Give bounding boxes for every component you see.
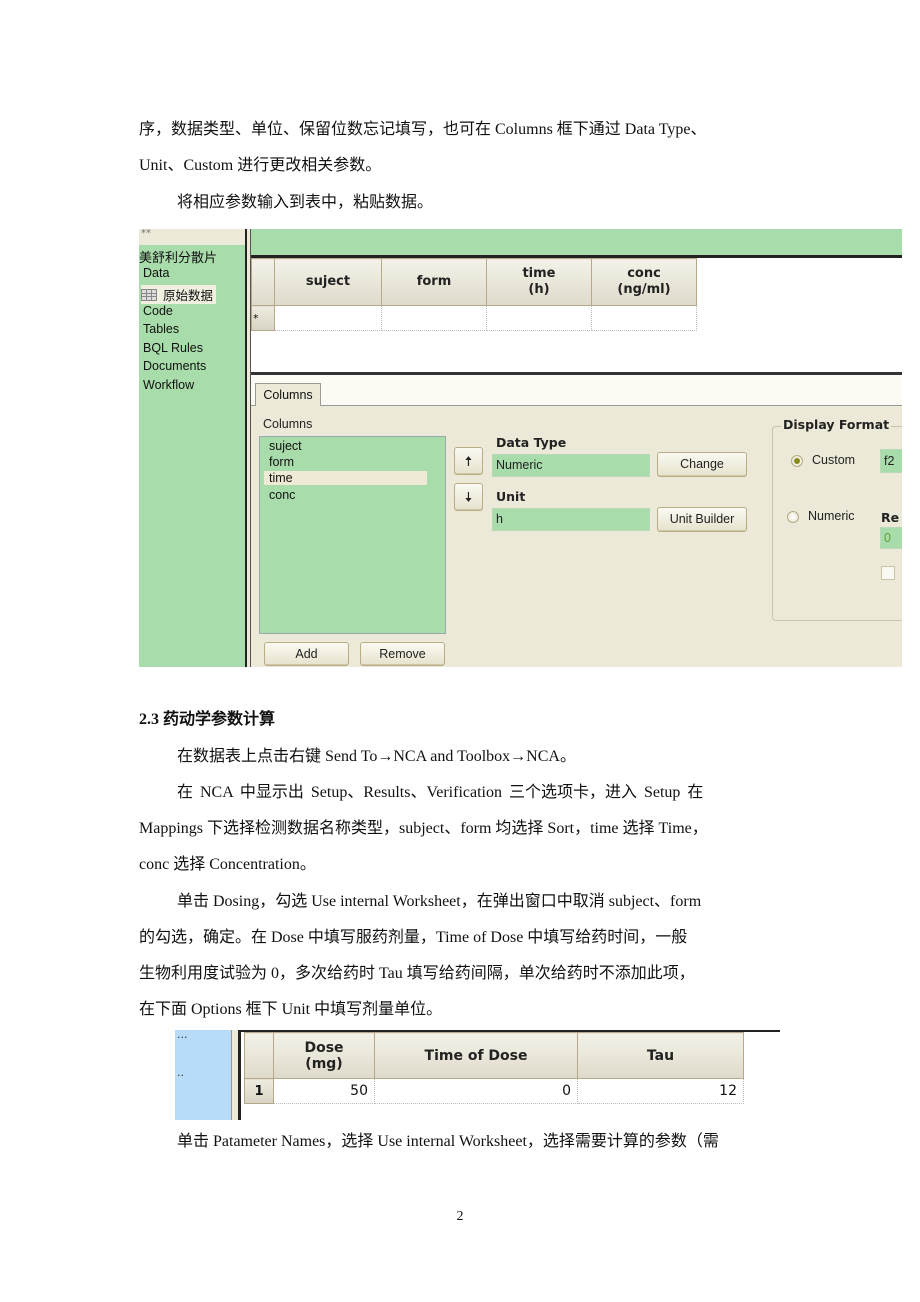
tree-item-label: 原始数据 — [163, 289, 214, 303]
column-header-time-of-dose[interactable]: Time of Dose — [374, 1032, 578, 1079]
move-down-button[interactable]: 🠇 — [454, 483, 483, 511]
move-up-button[interactable]: 🠅 — [454, 447, 483, 475]
page-number: 2 — [456, 1209, 464, 1224]
side-panel: ... .. — [175, 1030, 231, 1120]
grid-cell[interactable] — [591, 305, 697, 331]
paragraph-line: Mappings 下选择检测数据名称类型，subject、form 均选择 So… — [139, 820, 708, 837]
grid-cell[interactable] — [274, 305, 382, 331]
numeric-radio[interactable] — [787, 511, 799, 523]
grid-cell[interactable] — [381, 305, 487, 331]
unit-field[interactable]: h — [492, 508, 650, 531]
paragraph-line: Unit、Custom 进行更改相关参数。 — [139, 157, 382, 174]
custom-radio-label[interactable]: Custom — [812, 453, 855, 467]
table-row: 1 50 0 12 — [244, 1078, 744, 1104]
row-index: 1 — [244, 1078, 274, 1104]
splitter[interactable] — [231, 1030, 241, 1120]
toolbar-icon: ⁂ — [141, 229, 151, 236]
column-header-time[interactable]: time (h) — [486, 258, 592, 306]
column-header-conc[interactable]: conc (ng/ml) — [591, 258, 697, 306]
dosing-table: Dose (mg) Time of Dose Tau 1 50 0 12 — [244, 1032, 744, 1104]
decimal-places-label-partial: Re — [881, 510, 900, 525]
column-list-item-selected[interactable]: time — [264, 471, 427, 485]
paragraph-line: 在数据表上点击右键 Send To→NCA and Toolbox→NCA。 — [177, 748, 576, 765]
column-list-item[interactable]: form — [269, 455, 294, 469]
time-of-dose-cell[interactable]: 0 — [374, 1078, 578, 1104]
column-header-dose[interactable]: Dose (mg) — [273, 1032, 375, 1079]
custom-radio[interactable] — [791, 455, 803, 467]
grid-toolbar-strip — [251, 229, 902, 258]
paragraph-line: 单击 Dosing，勾选 Use internal Worksheet，在弹出窗… — [177, 893, 702, 910]
paragraph-line: 将相应参数输入到表中，粘贴数据。 — [177, 194, 434, 211]
grid-cell[interactable] — [486, 305, 592, 331]
paragraph-line: 在 NCA 中显示出 Setup、Results、Verification 三个… — [177, 784, 704, 801]
data-type-field[interactable]: Numeric — [492, 454, 650, 477]
column-header-form[interactable]: form — [381, 258, 487, 306]
tree-item-raw-data[interactable]: 原始数据 — [141, 285, 217, 304]
tree-item-data[interactable]: Data — [143, 266, 169, 280]
unit-builder-button[interactable]: Unit Builder — [657, 507, 747, 532]
paragraph-line: 序，数据类型、单位、保留位数忘记填写，也可在 Columns 框下通过 Data… — [139, 121, 707, 138]
worksheet-grid: suject form time (h) conc (ng/ml) * — [251, 229, 902, 375]
paragraph-line: 单击 Patameter Names，选择 Use internal Works… — [177, 1133, 719, 1150]
column-header-tau[interactable]: Tau — [577, 1032, 744, 1079]
paragraph-line: 的勾选，确定。在 Dose 中填写服药剂量，Time of Dose 中填写给药… — [139, 929, 688, 946]
tree-item-code[interactable]: Code — [143, 304, 173, 318]
section-heading: 2.3 药动学参数计算 — [139, 711, 276, 728]
worksheet-grid-icon — [141, 289, 157, 301]
truncated-item: ... — [177, 1030, 188, 1041]
column-list-item[interactable]: conc — [269, 488, 295, 502]
format-checkbox[interactable] — [881, 566, 895, 580]
tab-bar: Columns — [251, 375, 902, 406]
decimal-places-field[interactable]: 0 — [880, 527, 902, 549]
unit-label: Unit — [496, 489, 526, 504]
row-header-corner — [251, 258, 275, 306]
change-button[interactable]: Change — [657, 452, 747, 477]
column-header-suject[interactable]: suject — [274, 258, 382, 306]
numeric-radio-label[interactable]: Numeric — [808, 509, 855, 523]
project-tree: ⁂ 美舒利分散片 Data 原始数据 Code Tables BQL Rules… — [139, 229, 245, 667]
arrow-down-icon: 🠇 — [464, 489, 473, 505]
paragraph-line: conc 选择 Concentration。 — [139, 856, 316, 873]
tree-item-documents[interactable]: Documents — [143, 359, 206, 373]
columns-editor-screenshot: ⁂ 美舒利分散片 Data 原始数据 Code Tables BQL Rules… — [139, 229, 902, 667]
row-header-corner — [244, 1032, 274, 1079]
custom-format-field[interactable]: f2 — [880, 449, 902, 473]
columns-list[interactable]: suject form time conc — [259, 436, 446, 634]
tree-item-bql-rules[interactable]: BQL Rules — [143, 341, 203, 355]
dose-cell[interactable]: 50 — [273, 1078, 375, 1104]
truncated-item: .. — [177, 1066, 184, 1079]
paragraph-line: 生物利用度试验为 0，多次给药时 Tau 填写给药间隔，单次给药时不添加此项， — [139, 965, 695, 982]
remove-button[interactable]: Remove — [360, 642, 445, 666]
new-row-marker: * — [251, 305, 275, 331]
tree-item-tables[interactable]: Tables — [143, 322, 179, 336]
column-list-item[interactable]: suject — [269, 439, 302, 453]
add-button[interactable]: Add — [264, 642, 349, 666]
data-type-label: Data Type — [496, 435, 567, 450]
dosing-worksheet-screenshot: ... .. Dose (mg) Time of Dose Tau 1 50 0 … — [175, 1030, 780, 1120]
columns-list-label: Columns — [263, 417, 313, 431]
worksheet-table: suject form time (h) conc (ng/ml) * — [251, 258, 697, 331]
project-name[interactable]: 美舒利分散片 — [139, 247, 217, 266]
paragraph-line: 在下面 Options 框下 Unit 中填写剂量单位。 — [139, 1001, 443, 1018]
arrow-up-icon: 🠅 — [464, 453, 473, 469]
tab-columns[interactable]: Columns — [255, 383, 321, 406]
display-format-label: Display Format — [781, 417, 892, 432]
tree-item-workflow[interactable]: Workflow — [143, 378, 194, 392]
tau-cell[interactable]: 12 — [577, 1078, 744, 1104]
